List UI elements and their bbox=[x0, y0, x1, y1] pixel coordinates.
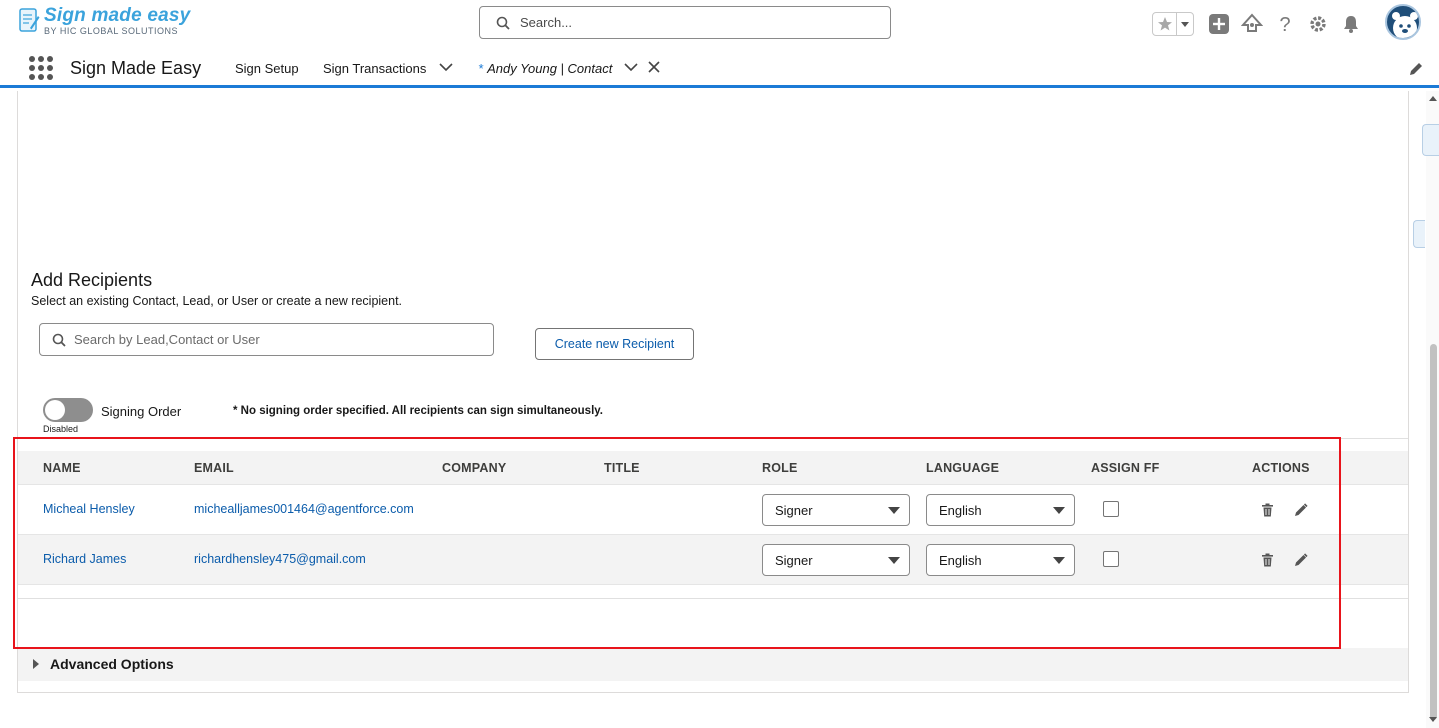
column-header-title: TITLE bbox=[604, 461, 640, 475]
help-icon[interactable]: ? bbox=[1274, 13, 1296, 35]
column-header-language: LANGUAGE bbox=[926, 461, 1000, 475]
scroll-down-icon[interactable] bbox=[1428, 716, 1438, 724]
app-name: Sign Made Easy bbox=[70, 58, 202, 78]
plus-icon[interactable] bbox=[1208, 13, 1230, 35]
trailhead-icon[interactable] bbox=[1241, 13, 1263, 35]
nav-item-sign-setup[interactable]: Sign Setup bbox=[235, 61, 299, 76]
scroll-up-icon[interactable] bbox=[1428, 94, 1438, 102]
recipient-name-link[interactable]: Richard James bbox=[43, 552, 126, 566]
divider bbox=[18, 598, 1408, 599]
tab-label: Andy Young | Contact bbox=[487, 61, 613, 76]
column-header-actions: ACTIONS bbox=[1252, 461, 1310, 475]
role-select[interactable]: Signer bbox=[762, 544, 910, 576]
language-select[interactable]: English bbox=[926, 494, 1075, 526]
header-utility-icons: ? bbox=[1152, 8, 1373, 40]
recipient-search-placeholder: Search by Lead,Contact or User bbox=[74, 332, 260, 347]
chevron-down-icon[interactable] bbox=[439, 62, 453, 72]
document-pen-icon bbox=[19, 8, 40, 32]
role-select-value: Signer bbox=[775, 502, 813, 518]
assign-ff-checkbox[interactable] bbox=[1103, 501, 1119, 517]
column-header-name: NAME bbox=[43, 461, 81, 475]
pencil-icon[interactable] bbox=[1408, 61, 1424, 77]
side-panel-toggle[interactable] bbox=[1422, 124, 1439, 156]
column-header-assign-ff: ASSIGN FF bbox=[1091, 461, 1160, 475]
recipient-email-link[interactable]: richardhensley475@gmail.com bbox=[194, 552, 366, 566]
divider bbox=[18, 438, 1408, 439]
tab-andy-young-contact[interactable]: * Andy Young | Contact bbox=[478, 61, 612, 76]
content-card bbox=[17, 91, 1409, 693]
pencil-icon[interactable] bbox=[1294, 553, 1308, 567]
language-select[interactable]: English bbox=[926, 544, 1075, 576]
signing-order-toggle[interactable] bbox=[43, 398, 93, 422]
global-header: Sign made easy BY HIC GLOBAL SOLUTIONS S… bbox=[0, 0, 1439, 46]
recipient-email-link[interactable]: michealljames001464@agentforce.com bbox=[194, 502, 414, 516]
table-row: Micheal Hensley michealljames001464@agen… bbox=[18, 485, 1408, 535]
delete-icon[interactable] bbox=[1261, 553, 1274, 567]
create-new-recipient-button[interactable]: Create new Recipient bbox=[535, 328, 694, 360]
app-logo[interactable]: Sign made easy BY HIC GLOBAL SOLUTIONS bbox=[18, 6, 190, 36]
chevron-down-icon bbox=[888, 507, 900, 514]
chevron-down-icon[interactable] bbox=[1177, 20, 1193, 28]
global-search-input[interactable]: Search... bbox=[479, 6, 891, 39]
nav-item-sign-transactions[interactable]: Sign Transactions bbox=[323, 61, 426, 76]
bell-icon[interactable] bbox=[1340, 13, 1362, 35]
svg-text:?: ? bbox=[1279, 14, 1290, 35]
logo-subtitle: BY HIC GLOBAL SOLUTIONS bbox=[44, 26, 179, 36]
role-select[interactable]: Signer bbox=[762, 494, 910, 526]
gear-icon[interactable] bbox=[1307, 13, 1329, 35]
language-select-value: English bbox=[939, 502, 982, 518]
app-nav-bar: Sign Made Easy Sign Setup Sign Transacti… bbox=[0, 46, 1439, 88]
table-row: Richard James richardhensley475@gmail.co… bbox=[18, 535, 1408, 585]
logo-title: Sign made easy bbox=[44, 5, 191, 26]
app-launcher-icon[interactable] bbox=[29, 56, 53, 80]
signing-order-note: * No signing order specified. All recipi… bbox=[233, 405, 603, 417]
toggle-knob bbox=[45, 400, 65, 420]
recipients-table-header: NAME EMAIL COMPANY TITLE ROLE LANGUAGE A… bbox=[18, 451, 1408, 485]
chevron-down-icon bbox=[1053, 507, 1065, 514]
column-header-company: COMPANY bbox=[442, 461, 507, 475]
recipient-name-link[interactable]: Micheal Hensley bbox=[43, 502, 135, 516]
unsaved-asterisk: * bbox=[478, 61, 484, 76]
signing-order-state: Disabled bbox=[43, 424, 79, 434]
chevron-down-icon bbox=[1053, 557, 1065, 564]
pencil-icon[interactable] bbox=[1294, 503, 1308, 517]
search-icon bbox=[52, 333, 66, 347]
recipient-search-input[interactable]: Search by Lead,Contact or User bbox=[39, 323, 494, 356]
signing-order-label: Signing Order bbox=[101, 404, 182, 419]
chevron-down-icon[interactable] bbox=[624, 62, 638, 72]
user-avatar[interactable] bbox=[1385, 4, 1421, 40]
column-header-email: EMAIL bbox=[194, 461, 234, 475]
delete-icon[interactable] bbox=[1261, 503, 1274, 517]
advanced-options-label: Advanced Options bbox=[50, 656, 174, 672]
star-icon[interactable] bbox=[1153, 13, 1177, 35]
assign-ff-checkbox[interactable] bbox=[1103, 551, 1119, 567]
language-select-value: English bbox=[939, 552, 982, 568]
global-search-placeholder: Search... bbox=[520, 15, 573, 30]
search-icon bbox=[496, 16, 510, 30]
chevron-right-icon bbox=[33, 659, 39, 669]
role-select-value: Signer bbox=[775, 552, 813, 568]
scrollbar-thumb[interactable] bbox=[1430, 344, 1437, 720]
chevron-down-icon bbox=[888, 557, 900, 564]
section-title: Add Recipients bbox=[31, 270, 153, 290]
favorites-button-group[interactable] bbox=[1152, 12, 1194, 36]
advanced-options-toggle[interactable]: Advanced Options bbox=[18, 648, 1408, 681]
close-icon[interactable] bbox=[648, 61, 660, 73]
column-header-role: ROLE bbox=[762, 461, 798, 475]
section-subtitle: Select an existing Contact, Lead, or Use… bbox=[31, 294, 403, 308]
side-panel-collapse[interactable] bbox=[1413, 220, 1425, 248]
